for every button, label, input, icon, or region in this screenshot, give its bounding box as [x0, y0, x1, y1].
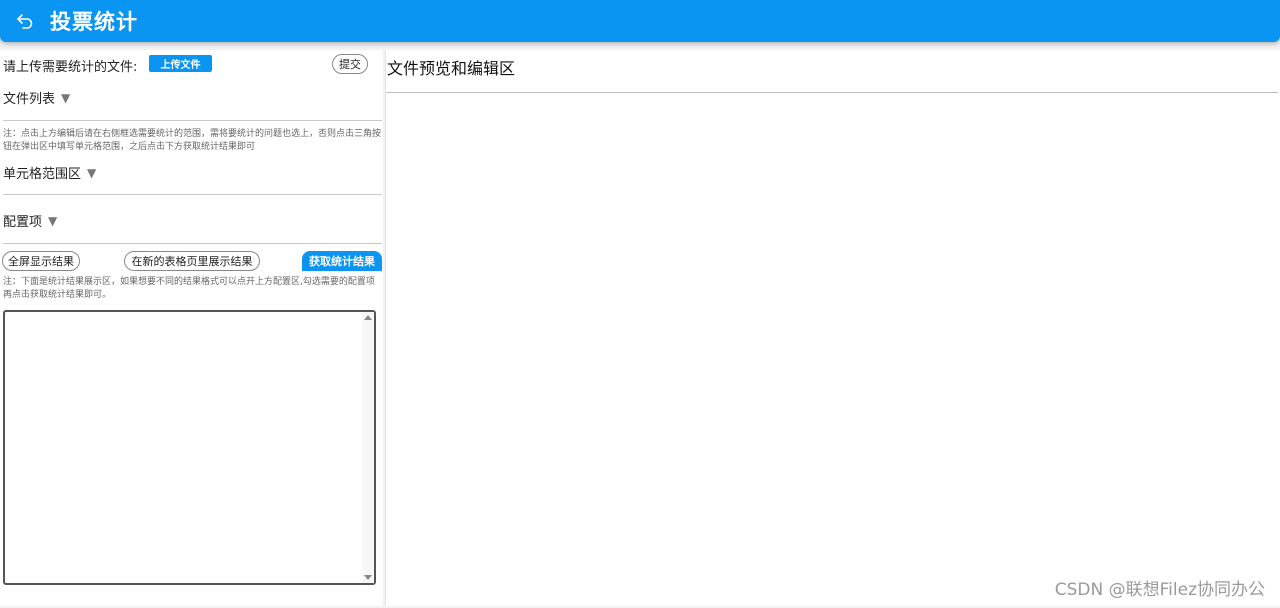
app-header: 投票统计: [0, 0, 1280, 42]
config-toggle[interactable]: 配置项 ▼: [3, 211, 58, 231]
file-list-toggle[interactable]: 文件列表 ▼: [3, 88, 71, 108]
get-result-button[interactable]: 获取统计结果: [302, 251, 382, 271]
divider: [3, 243, 382, 244]
fullscreen-result-button[interactable]: 全屏显示结果: [2, 251, 80, 271]
scroll-down-icon[interactable]: [364, 575, 372, 580]
back-arrow-icon[interactable]: [15, 11, 35, 31]
cell-range-label: 单元格范围区: [3, 167, 82, 182]
triangle-down-icon: ▼: [87, 165, 97, 180]
preview-panel: 文件预览和编辑区 CSDN @联想Filez协同办公: [385, 50, 1280, 606]
result-scrollbar[interactable]: [362, 312, 374, 583]
upload-label: 请上传需要统计的文件:: [3, 60, 138, 75]
watermark: CSDN @联想Filez协同办公: [1054, 580, 1265, 600]
left-panel: 请上传需要统计的文件: 上传文件 提交 文件列表 ▼ 注：点击上方编辑后请在右侧…: [0, 50, 383, 606]
divider: [3, 194, 382, 195]
submit-button[interactable]: 提交: [332, 54, 368, 74]
file-list-label: 文件列表: [3, 92, 56, 107]
scroll-up-icon[interactable]: [364, 315, 372, 320]
result-textarea-box: [3, 310, 376, 587]
config-label: 配置项: [3, 215, 43, 230]
note-result-area: 注：下面是统计结果展示区，如果想要不同的结果格式可以点开上方配置区,勾选需要的配…: [3, 277, 375, 300]
note-select-range: 注：点击上方编辑后请在右侧框选需要统计的范围，需将要统计的问题也选上，否则点击三…: [3, 129, 382, 152]
page-title: 投票统计: [50, 10, 138, 34]
upload-row: 请上传需要统计的文件: 上传文件 提交: [3, 54, 379, 75]
triangle-down-icon: ▼: [48, 213, 58, 228]
divider: [3, 120, 382, 121]
result-textarea[interactable]: [5, 312, 364, 587]
new-sheet-result-button[interactable]: 在新的表格页里展示结果: [124, 251, 260, 271]
preview-title: 文件预览和编辑区: [387, 59, 516, 78]
divider: [386, 92, 1278, 93]
upload-file-button[interactable]: 上传文件: [149, 55, 212, 72]
triangle-down-icon: ▼: [61, 90, 71, 105]
cell-range-toggle[interactable]: 单元格范围区 ▼: [3, 163, 97, 183]
